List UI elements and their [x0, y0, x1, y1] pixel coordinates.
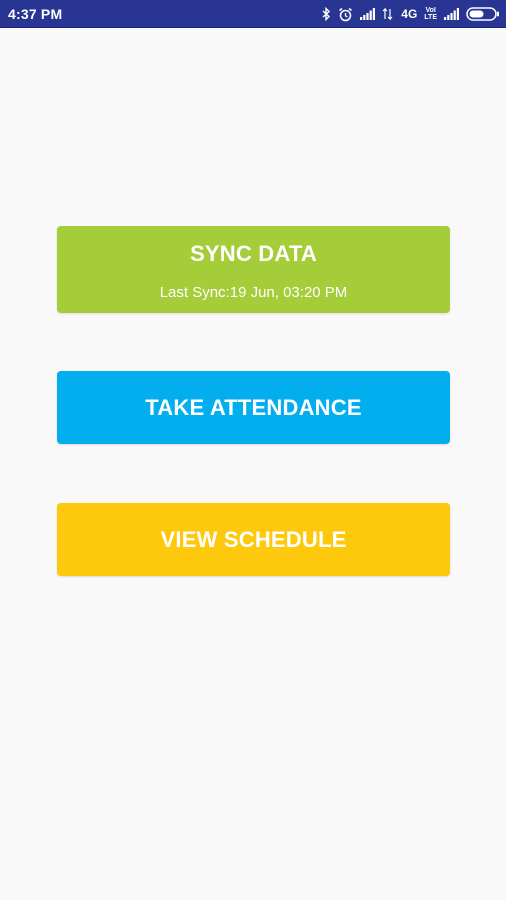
battery-icon — [466, 7, 500, 21]
signal-icon — [444, 8, 459, 20]
status-icons: 4G VoI LTE — [322, 5, 500, 23]
alarm-icon — [338, 7, 353, 22]
last-sync-text: Last Sync:19 Jun, 03:20 PM — [159, 284, 348, 301]
status-bar: 4:37 PM 4G VoI LTE — [0, 0, 506, 28]
sync-data-button[interactable]: SYNC DATA Last Sync:19 Jun, 03:20 PM — [57, 226, 450, 313]
volte-top: VoI — [425, 7, 436, 14]
view-schedule-label: VIEW SCHEDULE — [160, 527, 347, 552]
network-type: 4G — [401, 7, 418, 21]
sync-data-label: SYNC DATA — [190, 241, 317, 266]
status-time: 4:37 PM — [8, 6, 63, 22]
bluetooth-icon — [322, 7, 331, 21]
volte-bottom: LTE — [424, 14, 437, 21]
volte-badge: VoI LTE — [424, 7, 437, 21]
take-attendance-button[interactable]: TAKE ATTENDANCE — [57, 371, 450, 444]
view-schedule-button[interactable]: VIEW SCHEDULE — [57, 503, 450, 576]
take-attendance-label: TAKE ATTENDANCE — [145, 395, 362, 420]
signal-low-icon — [382, 7, 394, 21]
signal-icon — [360, 8, 376, 20]
main-content: SYNC DATA Last Sync:19 Jun, 03:20 PM TAK… — [0, 28, 506, 900]
